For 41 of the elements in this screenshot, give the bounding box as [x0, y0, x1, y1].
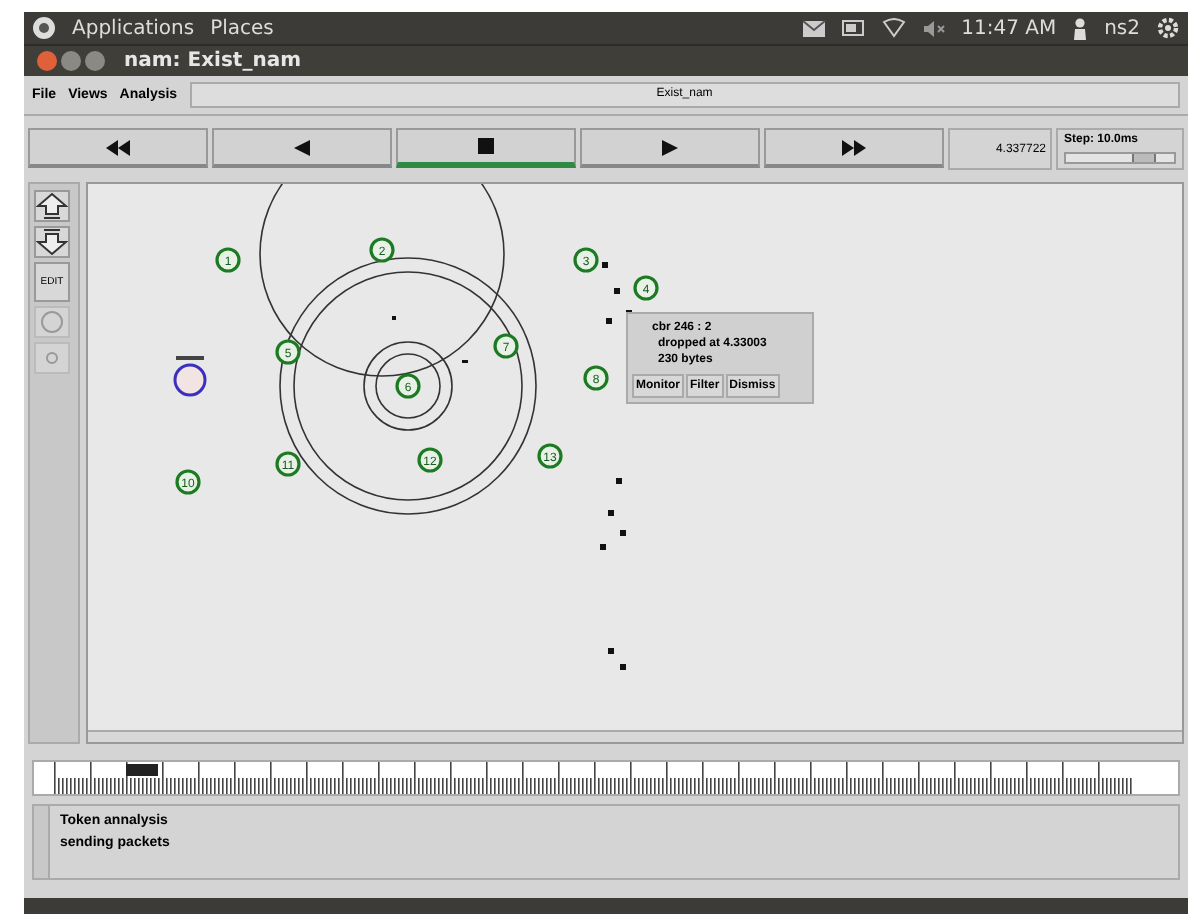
fast-forward-button[interactable] — [764, 128, 944, 168]
timeline-slider[interactable] — [32, 760, 1180, 796]
person-icon — [1072, 17, 1089, 39]
packet-mark — [602, 262, 608, 268]
rewind-icon — [106, 139, 130, 155]
packet-mark — [608, 510, 614, 516]
rewind-button[interactable] — [28, 128, 208, 168]
mute-icon[interactable] — [921, 19, 946, 37]
step-slider[interactable] — [1064, 152, 1176, 164]
battery-icon[interactable] — [841, 20, 866, 36]
logo-icon[interactable] — [32, 16, 56, 40]
stop-button[interactable] — [396, 128, 576, 168]
back-icon — [290, 139, 314, 155]
packet-mark — [614, 288, 620, 294]
timeline-marker[interactable] — [125, 764, 158, 776]
mail-icon[interactable] — [801, 19, 826, 37]
panel-menu[interactable]: Places — [210, 17, 274, 39]
packet-mark — [616, 478, 622, 484]
packet-mark — [608, 648, 614, 654]
packet-mark — [600, 544, 606, 550]
circle-icon — [36, 308, 68, 336]
stop-icon — [474, 138, 498, 154]
settings-icon[interactable] — [1156, 16, 1180, 40]
panel-menu[interactable]: Applications — [72, 17, 195, 39]
packet-mark — [620, 530, 626, 536]
packet-mark — [620, 664, 626, 670]
wifi-icon[interactable] — [881, 18, 906, 38]
window-title: nam: Exist_nam — [124, 50, 301, 72]
source-node[interactable] — [173, 363, 207, 397]
packet-mark — [606, 318, 612, 324]
slider-thumb[interactable] — [1131, 154, 1156, 162]
packet-mark — [462, 360, 468, 363]
packet-mark — [392, 316, 396, 320]
clock[interactable]: 11:47 AM — [961, 17, 1057, 39]
fast-forward-icon — [842, 139, 866, 155]
horizontal-scrollbar[interactable] — [88, 730, 1182, 742]
window-controls-icon[interactable] — [36, 50, 108, 72]
user-name[interactable]: ns2 — [1104, 17, 1140, 39]
play-icon — [658, 139, 682, 155]
node-caption-mark — [176, 356, 204, 360]
vertical-scrollbar[interactable] — [34, 806, 50, 878]
